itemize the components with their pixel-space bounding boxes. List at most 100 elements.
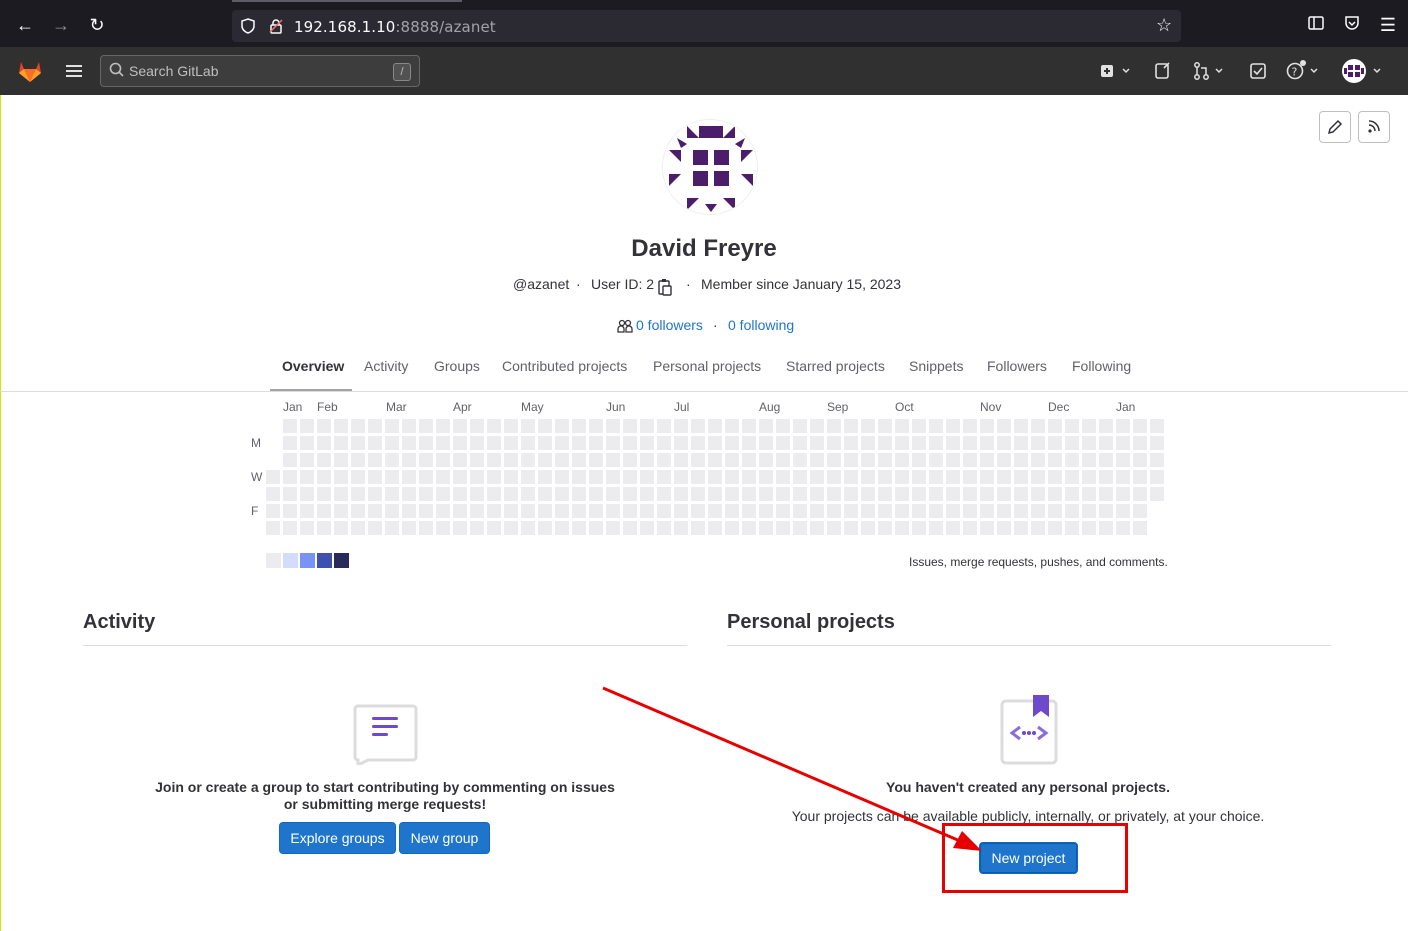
contribution-cell[interactable] [929, 470, 943, 484]
contribution-cell[interactable] [827, 504, 841, 518]
contribution-cell[interactable] [606, 487, 620, 501]
contribution-cell[interactable] [1014, 453, 1028, 467]
contribution-cell[interactable] [1082, 521, 1096, 535]
contribution-cell[interactable] [606, 453, 620, 467]
contribution-cell[interactable] [810, 521, 824, 535]
contribution-cell[interactable] [810, 419, 824, 433]
contribution-cell[interactable] [317, 436, 331, 450]
contribution-cell[interactable] [895, 453, 909, 467]
contribution-cell[interactable] [487, 453, 501, 467]
contribution-cell[interactable] [623, 521, 637, 535]
following-link[interactable]: 0 following [728, 317, 794, 333]
contribution-cell[interactable] [351, 521, 365, 535]
contribution-cell[interactable] [521, 419, 535, 433]
contribution-cell[interactable] [453, 453, 467, 467]
contribution-cell[interactable] [504, 419, 518, 433]
contribution-cell[interactable] [708, 487, 722, 501]
contribution-cell[interactable] [674, 470, 688, 484]
contribution-cell[interactable] [1099, 419, 1113, 433]
contribution-cell[interactable] [385, 521, 399, 535]
contribution-cell[interactable] [538, 487, 552, 501]
contribution-cell[interactable] [759, 419, 773, 433]
contribution-cell[interactable] [572, 521, 586, 535]
contribution-cell[interactable] [674, 436, 688, 450]
contribution-cell[interactable] [946, 487, 960, 501]
contribution-cell[interactable] [844, 521, 858, 535]
contribution-cell[interactable] [606, 436, 620, 450]
contribution-cell[interactable] [708, 504, 722, 518]
contribution-cell[interactable] [912, 521, 926, 535]
contribution-cell[interactable] [997, 419, 1011, 433]
contribution-cell[interactable] [1031, 419, 1045, 433]
contribution-cell[interactable] [878, 436, 892, 450]
contribution-cell[interactable] [1116, 453, 1130, 467]
contribution-cell[interactable] [538, 521, 552, 535]
contribution-cell[interactable] [997, 521, 1011, 535]
contribution-cell[interactable] [742, 436, 756, 450]
contribution-cell[interactable] [793, 504, 807, 518]
contribution-cell[interactable] [555, 487, 569, 501]
contribution-cell[interactable] [436, 453, 450, 467]
contribution-cell[interactable] [793, 521, 807, 535]
merge-requests-dropdown[interactable] [1192, 59, 1228, 83]
contribution-cell[interactable] [555, 453, 569, 467]
contribution-cell[interactable] [487, 504, 501, 518]
contribution-cell[interactable] [1065, 521, 1079, 535]
contribution-cell[interactable] [1014, 470, 1028, 484]
contribution-cell[interactable] [470, 419, 484, 433]
contribution-cell[interactable] [1082, 504, 1096, 518]
contribution-cell[interactable] [1099, 504, 1113, 518]
contribution-cell[interactable] [810, 487, 824, 501]
contribution-cell[interactable] [1031, 470, 1045, 484]
contribution-cell[interactable] [317, 487, 331, 501]
contribution-cell[interactable] [1099, 487, 1113, 501]
contribution-cell[interactable] [895, 487, 909, 501]
contribution-cell[interactable] [283, 487, 297, 501]
contribution-cell[interactable] [504, 436, 518, 450]
contribution-cell[interactable] [929, 453, 943, 467]
contribution-cell[interactable] [453, 504, 467, 518]
contribution-cell[interactable] [759, 470, 773, 484]
contribution-cell[interactable] [912, 453, 926, 467]
contribution-cell[interactable] [963, 521, 977, 535]
followers-link[interactable]: 0 followers [636, 317, 703, 333]
contribution-cell[interactable] [521, 436, 535, 450]
contribution-cell[interactable] [589, 419, 603, 433]
tab-activity[interactable]: Activity [364, 358, 408, 374]
contribution-cell[interactable] [470, 521, 484, 535]
contribution-cell[interactable] [1031, 504, 1045, 518]
contribution-cell[interactable] [1133, 453, 1147, 467]
contribution-cell[interactable] [487, 436, 501, 450]
contribution-cell[interactable] [946, 521, 960, 535]
tab-followers[interactable]: Followers [987, 358, 1047, 374]
contribution-cell[interactable] [572, 487, 586, 501]
contribution-cell[interactable] [640, 504, 654, 518]
contribution-cell[interactable] [266, 504, 280, 518]
contribution-cell[interactable] [470, 504, 484, 518]
contribution-cell[interactable] [844, 436, 858, 450]
contribution-cell[interactable] [589, 521, 603, 535]
contribution-cell[interactable] [895, 436, 909, 450]
contribution-cell[interactable] [521, 521, 535, 535]
edit-profile-button[interactable] [1319, 111, 1351, 143]
contribution-cell[interactable] [691, 436, 705, 450]
contribution-cell[interactable] [793, 453, 807, 467]
url-text[interactable]: 192.168.1.10:8888/azanet [294, 18, 496, 36]
contribution-cell[interactable] [980, 487, 994, 501]
contribution-cell[interactable] [1031, 521, 1045, 535]
contribution-cell[interactable] [640, 436, 654, 450]
contribution-cell[interactable] [793, 436, 807, 450]
contribution-cell[interactable] [1065, 504, 1079, 518]
contribution-cell[interactable] [776, 487, 790, 501]
contribution-cell[interactable] [1133, 487, 1147, 501]
menu-icon[interactable] [64, 61, 84, 81]
contribution-cell[interactable] [912, 470, 926, 484]
contribution-cell[interactable] [1150, 453, 1164, 467]
contribution-cell[interactable] [776, 453, 790, 467]
contribution-cell[interactable] [487, 419, 501, 433]
contribution-cell[interactable] [946, 453, 960, 467]
contribution-cell[interactable] [504, 521, 518, 535]
contribution-cell[interactable] [436, 504, 450, 518]
contribution-cell[interactable] [878, 419, 892, 433]
contribution-cell[interactable] [657, 470, 671, 484]
